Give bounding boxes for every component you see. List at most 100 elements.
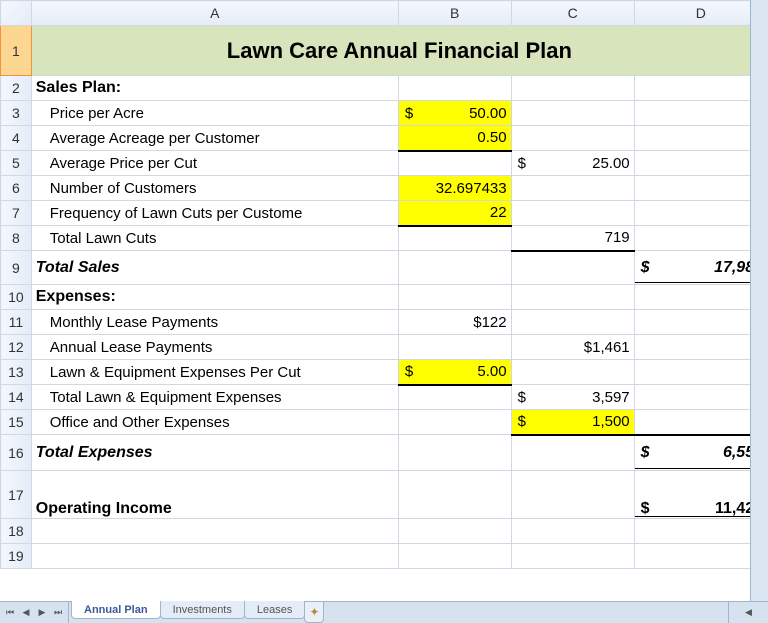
row-header-3[interactable]: 3 (1, 101, 32, 126)
cell-d16[interactable]: $6,558 (634, 435, 767, 471)
cell-c10[interactable] (511, 285, 634, 310)
cell-a19[interactable] (31, 544, 398, 569)
cell-b14[interactable] (398, 385, 511, 410)
cell-a6[interactable]: Number of Customers (31, 176, 398, 201)
cell-c16[interactable] (511, 435, 634, 471)
cell-a8[interactable]: Total Lawn Cuts (31, 226, 398, 251)
row-header-13[interactable]: 13 (1, 360, 32, 385)
cell-a12[interactable]: Annual Lease Payments (31, 335, 398, 360)
cell-c15[interactable]: $1,500 (511, 410, 634, 435)
cell-c19[interactable] (511, 544, 634, 569)
cell-d9[interactable]: $17,984 (634, 251, 767, 285)
row-header-12[interactable]: 12 (1, 335, 32, 360)
cell-b2[interactable] (398, 76, 511, 101)
cell-d7[interactable] (634, 201, 767, 226)
cell-b17[interactable] (398, 471, 511, 519)
col-header-b[interactable]: B (398, 1, 511, 26)
tab-annual-plan[interactable]: Annual Plan (71, 601, 161, 619)
row-header-9[interactable]: 9 (1, 251, 32, 285)
cell-a15[interactable]: Office and Other Expenses (31, 410, 398, 435)
horizontal-scroll-left-icon[interactable]: ◀ (728, 602, 768, 623)
cell-b13[interactable]: $5.00 (398, 360, 511, 385)
tab-nav-prev-icon[interactable]: ◀ (18, 605, 34, 621)
cell-c3[interactable] (511, 101, 634, 126)
cell-a18[interactable] (31, 519, 398, 544)
title-cell[interactable]: Lawn Care Annual Financial Plan (31, 26, 767, 76)
row-header-15[interactable]: 15 (1, 410, 32, 435)
cell-a16[interactable]: Total Expenses (31, 435, 398, 471)
cell-a10[interactable]: Expenses: (31, 285, 398, 310)
cell-c11[interactable] (511, 310, 634, 335)
cell-c7[interactable] (511, 201, 634, 226)
cell-b8[interactable] (398, 226, 511, 251)
row-header-6[interactable]: 6 (1, 176, 32, 201)
col-header-a[interactable]: A (31, 1, 398, 26)
tab-nav-next-icon[interactable]: ▶ (34, 605, 50, 621)
cell-c14[interactable]: $3,597 (511, 385, 634, 410)
select-all-corner[interactable] (1, 1, 32, 26)
row-header-18[interactable]: 18 (1, 519, 32, 544)
cell-b19[interactable] (398, 544, 511, 569)
col-header-c[interactable]: C (511, 1, 634, 26)
cell-c8[interactable]: 719 (511, 226, 634, 251)
cell-c5[interactable]: $25.00 (511, 151, 634, 176)
cell-b16[interactable] (398, 435, 511, 471)
cell-b15[interactable] (398, 410, 511, 435)
cell-d3[interactable] (634, 101, 767, 126)
cell-c13[interactable] (511, 360, 634, 385)
cell-a14[interactable]: Total Lawn & Equipment Expenses (31, 385, 398, 410)
cell-a9[interactable]: Total Sales (31, 251, 398, 285)
cell-c17[interactable] (511, 471, 634, 519)
row-header-5[interactable]: 5 (1, 151, 32, 176)
cell-d19[interactable] (634, 544, 767, 569)
cell-d17[interactable]: $11,426 (634, 471, 767, 519)
cell-b7[interactable]: 22 (398, 201, 511, 226)
cell-c12[interactable]: $1,461 (511, 335, 634, 360)
row-header-4[interactable]: 4 (1, 126, 32, 151)
cell-c9[interactable] (511, 251, 634, 285)
cell-a5[interactable]: Average Price per Cut (31, 151, 398, 176)
row-header-8[interactable]: 8 (1, 226, 32, 251)
cell-b12[interactable] (398, 335, 511, 360)
cell-d12[interactable] (634, 335, 767, 360)
cell-a2[interactable]: Sales Plan: (31, 76, 398, 101)
cell-b11[interactable]: $122 (398, 310, 511, 335)
tab-leases[interactable]: Leases (244, 601, 305, 619)
row-header-11[interactable]: 11 (1, 310, 32, 335)
row-header-1[interactable]: 1 (1, 26, 32, 76)
tab-investments[interactable]: Investments (160, 601, 245, 619)
row-header-2[interactable]: 2 (1, 76, 32, 101)
cell-c6[interactable] (511, 176, 634, 201)
cell-a17[interactable]: Operating Income (31, 471, 398, 519)
cell-d6[interactable] (634, 176, 767, 201)
cell-b5[interactable] (398, 151, 511, 176)
cell-d10[interactable] (634, 285, 767, 310)
cell-b4[interactable]: 0.50 (398, 126, 511, 151)
cell-d5[interactable] (634, 151, 767, 176)
row-header-14[interactable]: 14 (1, 385, 32, 410)
cell-b6[interactable]: 32.697433 (398, 176, 511, 201)
cell-c18[interactable] (511, 519, 634, 544)
cell-d14[interactable] (634, 385, 767, 410)
cell-d2[interactable] (634, 76, 767, 101)
cell-d18[interactable] (634, 519, 767, 544)
row-header-19[interactable]: 19 (1, 544, 32, 569)
cell-b9[interactable] (398, 251, 511, 285)
cell-d11[interactable] (634, 310, 767, 335)
cell-b3[interactable]: $50.00 (398, 101, 511, 126)
row-header-7[interactable]: 7 (1, 201, 32, 226)
tab-nav-last-icon[interactable]: ⏭ (50, 605, 66, 621)
cell-a4[interactable]: Average Acreage per Customer (31, 126, 398, 151)
new-sheet-icon[interactable]: ✦ (304, 602, 324, 623)
cell-a11[interactable]: Monthly Lease Payments (31, 310, 398, 335)
spreadsheet-grid[interactable]: A B C D 1 Lawn Care Annual Financial Pla… (0, 0, 768, 569)
cell-b18[interactable] (398, 519, 511, 544)
cell-b10[interactable] (398, 285, 511, 310)
row-header-17[interactable]: 17 (1, 471, 32, 519)
cell-a7[interactable]: Frequency of Lawn Cuts per Custome (31, 201, 398, 226)
cell-d15[interactable] (634, 410, 767, 435)
cell-c4[interactable] (511, 126, 634, 151)
cell-d13[interactable] (634, 360, 767, 385)
cell-d8[interactable] (634, 226, 767, 251)
row-header-16[interactable]: 16 (1, 435, 32, 471)
